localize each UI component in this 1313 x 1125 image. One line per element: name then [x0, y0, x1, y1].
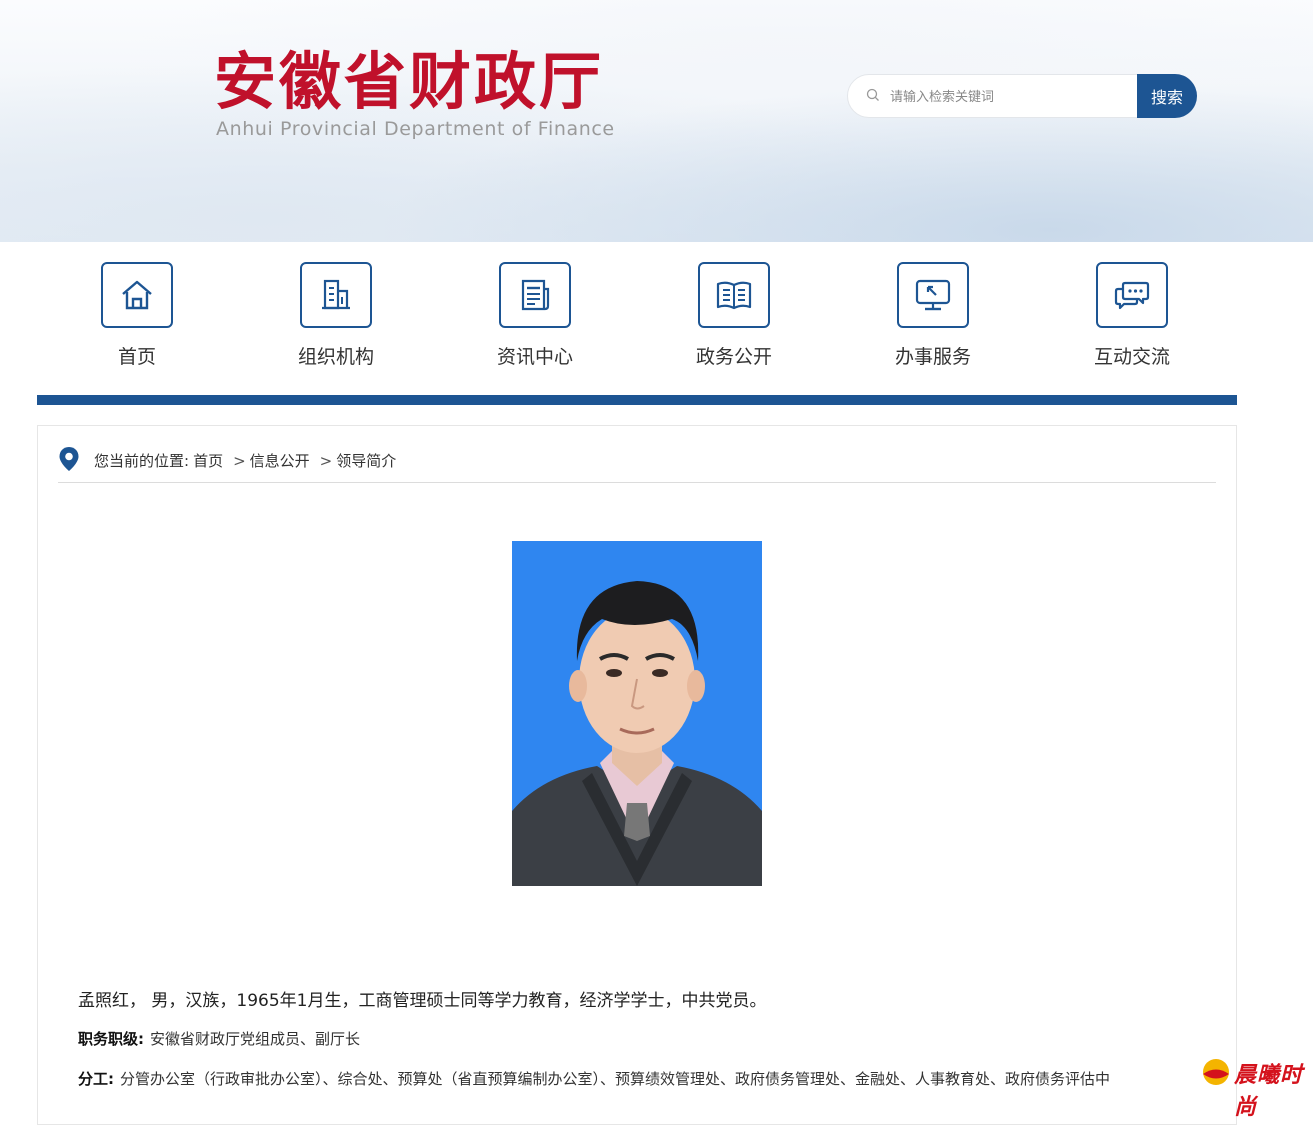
search-button[interactable]: 搜索	[1137, 74, 1197, 118]
building-icon	[322, 279, 350, 310]
nav-icon-frame	[101, 262, 173, 328]
monitor-icon	[915, 279, 951, 311]
nav-label: 办事服务	[894, 346, 971, 368]
nav-icon-frame	[698, 262, 770, 328]
watermark-text: 晨曦时尚	[1234, 1062, 1304, 1120]
site-header: 安徽省财政厅 Anhui Provincial Department of Fi…	[0, 0, 1313, 242]
duty-label: 分工:	[78, 1070, 114, 1088]
leader-bio: 孟照红， 男，汉族，1965年1月生，工商管理硕士同等学力教育，经济学学士，中共…	[78, 991, 767, 1011]
search-input[interactable]	[888, 85, 1132, 109]
leader-position: 职务职级: 安徽省财政厅党组成员、副厅长	[78, 1028, 360, 1049]
search-box: 搜索	[847, 74, 1197, 118]
nav-item-news[interactable]: 资讯中心	[455, 262, 615, 369]
breadcrumb-separator: >	[233, 452, 246, 470]
nav-divider-bar	[37, 395, 1237, 405]
news-icon	[521, 279, 550, 311]
nav-label: 政务公开	[695, 346, 772, 368]
nav-icon-frame	[1096, 262, 1168, 328]
location-pin-icon	[59, 447, 79, 471]
position-value: 安徽省财政厅党组成员、副厅长	[150, 1030, 361, 1048]
watermark-logo-icon	[1203, 1059, 1229, 1085]
site-logo-title[interactable]: 安徽省财政厅	[214, 42, 604, 122]
duty-value: 分管办公室（行政审批办公室）、综合处、预算处（省直预算编制办公室）、预算绩效管理…	[120, 1070, 1111, 1088]
nav-item-home[interactable]: 首页	[57, 262, 217, 369]
chat-icon	[1114, 281, 1150, 310]
breadcrumb-prefix: 您当前的位置:	[94, 452, 190, 470]
leader-duties: 分工: 分管办公室（行政审批办公室）、综合处、预算处（省直预算编制办公室）、预算绩…	[78, 1068, 1198, 1089]
site-logo-subtitle: Anhui Provincial Department of Finance	[216, 118, 615, 140]
nav-item-organization[interactable]: 组织机构	[256, 262, 416, 369]
nav-label: 互动交流	[1093, 346, 1170, 368]
watermark: 晨曦时尚	[1200, 1055, 1310, 1120]
main-nav: 首页 组织机构 资讯中心 政务公开 办事服务 互动交流	[37, 242, 1237, 392]
nav-label: 资讯中心	[496, 346, 573, 368]
breadcrumb-link-info[interactable]: 信息公开	[250, 452, 310, 470]
position-label: 职务职级:	[78, 1030, 144, 1048]
nav-label: 首页	[117, 346, 156, 368]
nav-icon-frame	[897, 262, 969, 328]
nav-item-services[interactable]: 办事服务	[853, 262, 1013, 369]
nav-label: 组织机构	[297, 346, 374, 368]
breadcrumb-separator: >	[319, 452, 333, 470]
book-icon	[716, 281, 752, 310]
content-panel: 您当前的位置: 首页 > 信息公开 > 领导简介 孟照红， 男，汉族，1965年…	[37, 425, 1237, 1125]
breadcrumb-trail: 您当前的位置: 首页 > 信息公开 > 领导简介	[94, 450, 400, 471]
leader-portrait	[512, 541, 762, 886]
breadcrumb-link-home[interactable]: 首页	[193, 452, 223, 470]
portrait-image	[512, 541, 762, 886]
search-icon	[866, 88, 879, 101]
nav-item-interaction[interactable]: 互动交流	[1052, 262, 1212, 369]
nav-item-government-affairs[interactable]: 政务公开	[654, 262, 814, 369]
nav-icon-frame	[499, 262, 571, 328]
breadcrumb: 您当前的位置: 首页 > 信息公开 > 领导简介	[58, 444, 1216, 483]
breadcrumb-link-leaders[interactable]: 领导简介	[336, 452, 396, 470]
home-icon	[122, 280, 152, 310]
nav-icon-frame	[300, 262, 372, 328]
